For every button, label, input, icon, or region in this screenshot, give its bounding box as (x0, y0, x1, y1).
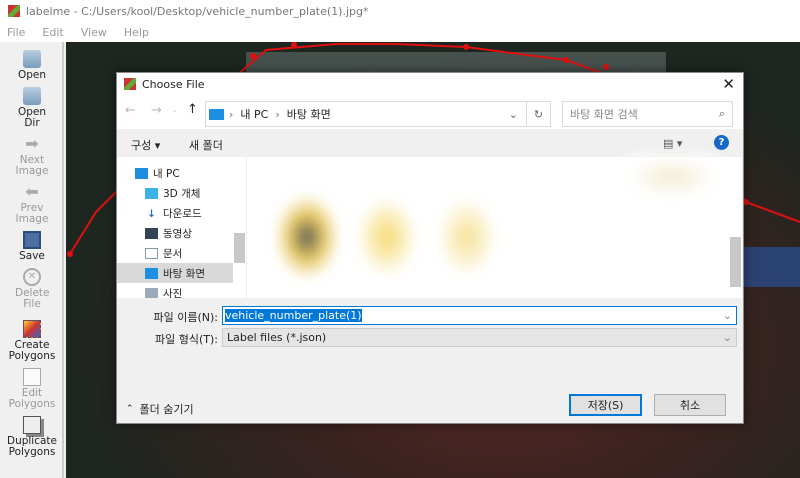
filetype-select[interactable]: Label files (*.json) ⌄ (222, 328, 737, 347)
prev-image-button[interactable]: ⬅ Prev Image (0, 183, 64, 225)
dialog-title: Choose File (142, 77, 205, 91)
breadcrumb-my-pc[interactable]: 내 PC (240, 106, 268, 122)
nav-item-desktop[interactable]: 바탕 화면 (117, 263, 233, 283)
nav-scrollbar[interactable] (233, 157, 246, 298)
refresh-button[interactable]: ↻ (526, 101, 551, 127)
film-icon (145, 227, 158, 239)
nav-item-downloads[interactable]: ↓ 다운로드 (117, 203, 233, 223)
filename-input[interactable]: vehicle_number_plate(1) ⌄ (222, 306, 737, 325)
open-dir-button[interactable]: Open Dir (0, 87, 64, 129)
menu-help[interactable]: Help (124, 26, 149, 39)
new-folder-button[interactable]: 새 폴더 (189, 137, 223, 153)
forward-icon[interactable]: → (151, 103, 162, 118)
nav-item-pictures[interactable]: 사진 (117, 283, 233, 298)
hide-folders-button[interactable]: ⌃ 폴더 숨기기 (126, 401, 194, 417)
create-polygons-button[interactable]: Create Polygons (0, 320, 64, 362)
nav-item-3d-objects[interactable]: 3D 개체 (117, 183, 233, 203)
file-thumbnail[interactable] (357, 197, 417, 277)
monitor-icon (135, 167, 148, 179)
monitor-icon (145, 267, 158, 279)
folder-icon (23, 87, 41, 105)
close-icon[interactable]: ✕ (722, 75, 735, 93)
file-thumbnail[interactable] (627, 157, 717, 197)
duplicate-polygons-button[interactable]: Duplicate Polygons (0, 416, 64, 458)
title-bar: labelme - C:/Users/kool/Desktop/vehicle_… (0, 0, 800, 22)
filename-label: 파일 이름(N): (153, 311, 219, 324)
delete-file-button[interactable]: ✕ Delete File (0, 268, 64, 310)
file-list[interactable] (247, 157, 729, 298)
dialog-title-bar: Choose File ✕ (117, 73, 743, 95)
organize-button[interactable]: 구성 ▾ (131, 137, 160, 153)
navigation-pane: 내 PC 3D 개체 ↓ 다운로드 동영상 문서 바탕 화면 사진 (117, 157, 233, 298)
menu-file[interactable]: File (7, 26, 25, 39)
nav-item-my-pc[interactable]: 내 PC (117, 163, 233, 183)
save-button[interactable]: Save (0, 231, 64, 262)
help-icon[interactable]: ? (714, 135, 729, 150)
labelme-icon (8, 5, 20, 17)
search-icon: ⌕ (718, 107, 725, 120)
chevron-down-icon: ⌄ (722, 331, 732, 344)
save-button[interactable]: 저장(S) (569, 394, 642, 416)
recent-dropdown-icon[interactable]: ⌄ (171, 105, 178, 114)
search-input[interactable]: 바탕 화면 검색 ⌕ (562, 101, 733, 127)
file-thumbnail[interactable] (437, 197, 497, 277)
open-button[interactable]: Open (0, 50, 64, 81)
next-image-button[interactable]: ➡ Next Image (0, 135, 64, 177)
monitor-icon (209, 108, 224, 120)
menu-edit[interactable]: Edit (42, 26, 63, 39)
picture-icon (145, 287, 158, 298)
chevron-down-icon[interactable]: ⌄ (509, 108, 518, 121)
folder-icon (23, 50, 41, 68)
menu-view[interactable]: View (81, 26, 107, 39)
breadcrumb-desktop[interactable]: 바탕 화면 (287, 106, 331, 122)
create-polygon-icon (23, 320, 41, 338)
cube-icon (145, 187, 158, 199)
view-options-icon[interactable]: ▤ ▾ (663, 137, 682, 150)
nav-item-videos[interactable]: 동영상 (117, 223, 233, 243)
cancel-button[interactable]: 취소 (654, 394, 726, 416)
delete-icon: ✕ (23, 268, 41, 286)
filetype-label: 파일 형식(T): (155, 333, 218, 346)
duplicate-icon (23, 416, 41, 434)
menu-bar: File Edit View Help (0, 22, 800, 42)
chevron-down-icon[interactable]: ⌄ (723, 309, 732, 322)
chevron-up-icon: ⌃ (126, 404, 134, 414)
file-thumbnail[interactable] (277, 197, 337, 277)
up-icon[interactable]: ↑ (187, 102, 198, 117)
tool-bar: Open Open Dir ➡ Next Image ⬅ Prev Image Sa… (0, 42, 64, 478)
edit-icon (23, 368, 41, 386)
window-title: labelme - C:/Users/kool/Desktop/vehicle_… (26, 4, 369, 18)
file-list-scrollbar[interactable] (729, 157, 742, 298)
arrow-right-icon: ➡ (25, 134, 39, 153)
choose-file-dialog: Choose File ✕ ← → ⌄ ↑ › 내 PC › 바탕 화면 ⌄ ↻… (116, 72, 744, 424)
arrow-left-icon: ⬅ (25, 182, 39, 201)
document-icon (145, 247, 158, 259)
nav-item-documents[interactable]: 문서 (117, 243, 233, 263)
labelme-icon (124, 78, 136, 90)
download-icon: ↓ (147, 207, 156, 220)
address-bar[interactable]: › 내 PC › 바탕 화면 ⌄ (205, 101, 527, 127)
refresh-icon: ↻ (533, 107, 544, 121)
back-icon[interactable]: ← (125, 103, 136, 118)
edit-polygons-button[interactable]: Edit Polygons (0, 368, 64, 410)
floppy-icon (23, 231, 41, 249)
